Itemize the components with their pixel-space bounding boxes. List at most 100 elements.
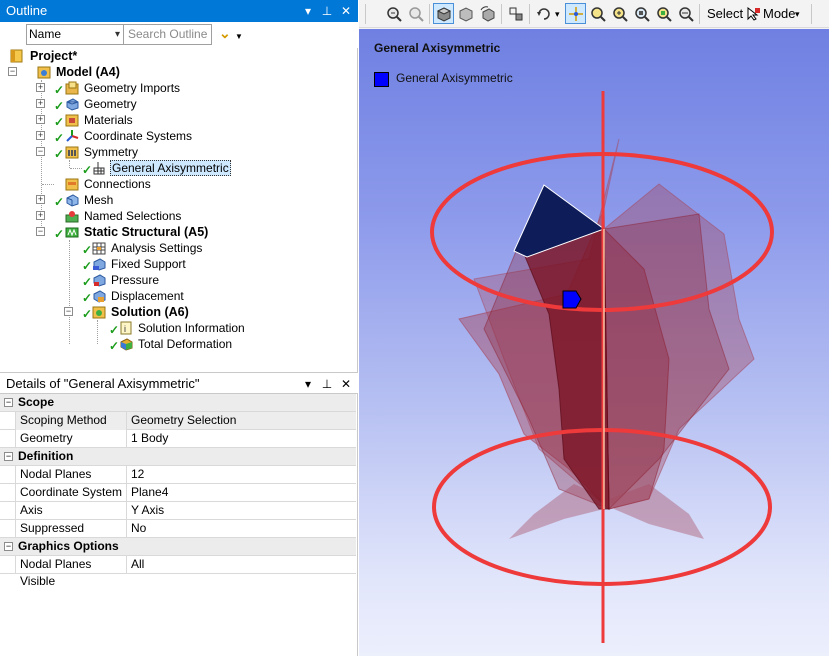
tree-node-named-selections[interactable]: + Named Selections: [0, 208, 358, 224]
details-row-geometry[interactable]: Geometry 1 Body: [0, 430, 356, 448]
details-group-graphics-options[interactable]: − Graphics Options: [0, 538, 356, 556]
tree-node-total-deformation[interactable]: ✓ Total Deformation: [0, 336, 358, 353]
tree-node-pressure[interactable]: ✓ Pressure: [0, 272, 358, 289]
filter-select[interactable]: Name ▾: [26, 24, 124, 45]
expand-icon[interactable]: +: [36, 131, 45, 140]
tree-node-connections[interactable]: Connections: [0, 176, 358, 192]
chevron-down-icon[interactable]: ▾: [795, 0, 800, 28]
zoom-box-button[interactable]: [587, 3, 608, 24]
tree-node-label: Mesh: [84, 193, 114, 207]
zoom-in-button[interactable]: [383, 3, 404, 24]
zoom-fit-button[interactable]: [631, 3, 652, 24]
search-options-button[interactable]: ⌄ ▼: [218, 25, 246, 45]
tree-node-geometry-imports[interactable]: + ✓ Geometry Imports: [0, 80, 358, 97]
outline-title: Outline: [6, 3, 48, 18]
property-label: Geometry: [15, 430, 127, 448]
zoom-box-icon: [591, 7, 606, 22]
collapse-icon[interactable]: −: [64, 307, 73, 316]
static-structural-icon: [65, 227, 79, 238]
property-value[interactable]: All: [127, 556, 356, 573]
toolbar-separator: [501, 4, 502, 24]
isometric-view-button[interactable]: [433, 3, 454, 24]
tree-node-model[interactable]: − Model (A4): [0, 64, 358, 80]
left-pane: Outline ▾ ⊥ ✕ Name ▾ Search Outline ⌄ ▼: [0, 0, 358, 656]
dropdown-icon[interactable]: ▾: [302, 0, 314, 22]
tree-node-coordinate-systems[interactable]: + ✓ Coordinate Systems: [0, 128, 358, 145]
details-row-suppressed[interactable]: Suppressed No: [0, 520, 356, 538]
property-value[interactable]: Geometry Selection: [127, 412, 356, 429]
analysis-settings-icon: [92, 242, 106, 255]
tree-node-project[interactable]: Project*: [0, 48, 358, 64]
zoom-button[interactable]: [609, 3, 630, 24]
close-icon[interactable]: ✕: [340, 373, 352, 395]
zoom-all-button[interactable]: [653, 3, 674, 24]
details-row-axis[interactable]: Axis Y Axis: [0, 502, 356, 520]
tree-node-label: Connections: [84, 177, 151, 191]
tree-node-solution[interactable]: − ✓ Solution (A6): [0, 304, 358, 321]
zoom-to-fit-icon: [679, 7, 694, 22]
expand-icon[interactable]: +: [36, 115, 45, 124]
property-value[interactable]: Plane4: [127, 484, 356, 501]
graphics-viewport[interactable]: General Axisymmetric General Axisymmetri…: [359, 29, 829, 656]
expand-icon[interactable]: +: [36, 195, 45, 204]
axisymmetric-model[interactable]: [359, 29, 829, 656]
details-row-scoping-method[interactable]: Scoping Method Geometry Selection: [0, 412, 356, 430]
tree-node-solution-information[interactable]: ✓ i Solution Information: [0, 320, 358, 337]
rotate-view-button[interactable]: [477, 3, 498, 24]
chevron-down-icon[interactable]: ▾: [555, 0, 560, 28]
pan-button[interactable]: [565, 3, 586, 24]
graphics-toolbar: ▾ Select Mode ▾: [359, 0, 829, 28]
mode-button[interactable]: Mode: [763, 0, 796, 28]
tree-node-fixed-support[interactable]: ✓ Fixed Support: [0, 256, 358, 273]
tree-node-label: Static Structural (A5): [84, 225, 209, 239]
expand-icon[interactable]: +: [36, 211, 45, 220]
collapse-icon[interactable]: −: [4, 542, 13, 551]
tree-node-materials[interactable]: + ✓ Materials: [0, 112, 358, 129]
svg-text:i: i: [124, 324, 126, 334]
pan-icon: [569, 7, 583, 21]
zoom-out-button[interactable]: [405, 3, 426, 24]
details-titlebar: Details of "General Axisymmetric" ▾ ⊥ ✕: [0, 372, 358, 394]
details-row-nodal-planes-visible[interactable]: Nodal Planes Visible All: [0, 556, 356, 588]
tree-node-analysis-settings[interactable]: ✓ Analysis Settings: [0, 240, 358, 257]
property-value[interactable]: Y Axis: [127, 502, 356, 519]
close-icon[interactable]: ✕: [340, 0, 352, 22]
collapse-icon[interactable]: −: [8, 67, 17, 76]
search-input[interactable]: Search Outline: [124, 24, 212, 45]
tree-node-displacement[interactable]: ✓ Displacement: [0, 288, 358, 305]
zoom-to-fit-button[interactable]: [675, 3, 696, 24]
property-value[interactable]: 1 Body: [127, 430, 356, 447]
previous-view-button[interactable]: [505, 3, 526, 24]
details-group-definition[interactable]: − Definition: [0, 448, 356, 466]
rotate-button[interactable]: [533, 3, 554, 24]
pin-icon[interactable]: ⊥: [321, 0, 333, 22]
collapse-icon[interactable]: −: [4, 452, 13, 461]
collapse-icon[interactable]: −: [4, 398, 13, 407]
tree-node-geometry[interactable]: + ✓ Geometry: [0, 96, 358, 113]
tree-node-general-axisymmetric[interactable]: ✓ General Axisymmetric: [0, 160, 358, 177]
box-view-button[interactable]: [455, 3, 476, 24]
select-button[interactable]: Select: [707, 0, 743, 28]
solution-information-icon: i: [120, 321, 132, 335]
tree-node-symmetry[interactable]: − ✓ Symmetry: [0, 144, 358, 161]
property-value[interactable]: 12: [127, 466, 356, 483]
details-row-coordinate-system[interactable]: Coordinate System Plane4: [0, 484, 356, 502]
project-icon: [10, 49, 23, 63]
collapse-icon[interactable]: −: [36, 227, 45, 236]
tree-node-label: General Axisymmetric: [110, 160, 231, 176]
tree-node-label: Coordinate Systems: [84, 129, 193, 143]
legend-swatch: [374, 72, 389, 87]
tree-node-mesh[interactable]: + ✓ Mesh: [0, 192, 358, 209]
expand-icon[interactable]: +: [36, 99, 45, 108]
fixed-support-icon: [93, 258, 106, 271]
tree-node-static-structural[interactable]: − ✓ Static Structural (A5): [0, 224, 358, 241]
rotate-view-icon: [480, 6, 495, 22]
pin-icon[interactable]: ⊥: [321, 373, 333, 395]
details-group-scope[interactable]: − Scope: [0, 394, 356, 412]
property-value[interactable]: No: [127, 520, 356, 537]
expand-icon[interactable]: +: [36, 83, 45, 92]
collapse-icon[interactable]: −: [36, 147, 45, 156]
dropdown-icon[interactable]: ▾: [302, 373, 314, 395]
details-row-nodal-planes[interactable]: Nodal Planes 12: [0, 466, 356, 484]
tree-node-label: Analysis Settings: [111, 241, 203, 255]
